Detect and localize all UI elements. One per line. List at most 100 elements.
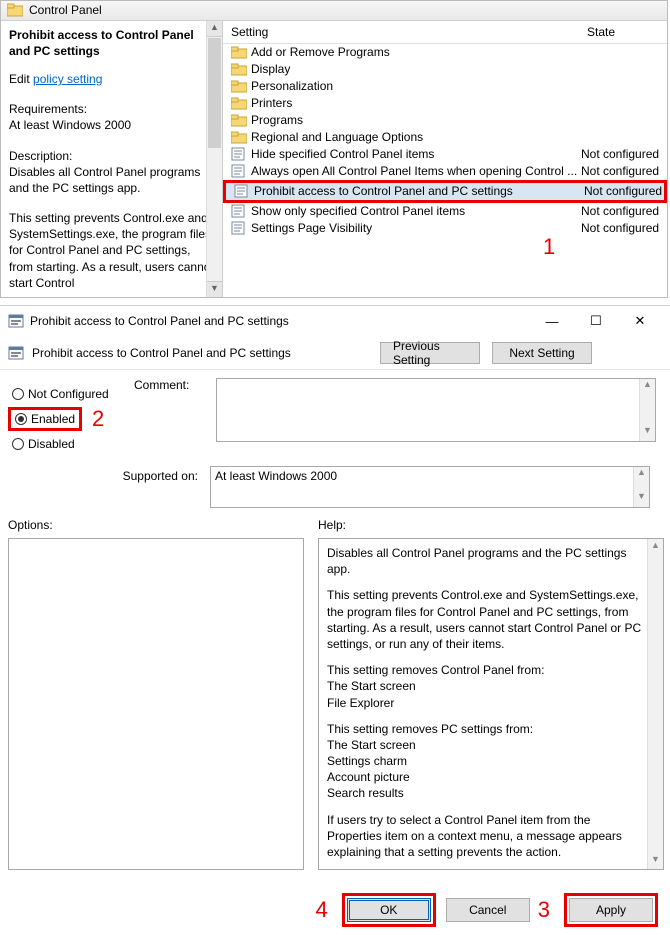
radio-label: Disabled [28,437,75,451]
list-item[interactable]: Personalization [223,78,667,95]
setting-icon [231,147,251,161]
comment-scrollbar[interactable]: ▲▼ [639,379,655,441]
maximize-button[interactable]: ☐ [574,307,618,335]
list-header: Setting State [223,21,667,44]
setting-icon [231,164,251,178]
cancel-button[interactable]: Cancel [446,898,530,922]
setting-icon [231,221,251,235]
description-pane: Prohibit access to Control Panel and PC … [1,21,223,297]
help-line: The Start screen [327,738,416,752]
panel-header: Control Panel [1,1,667,21]
list-item[interactable]: Settings Page VisibilityNot configured [223,220,667,237]
column-state[interactable]: State [579,21,667,43]
help-p: This setting removes PC settings from: [327,722,533,736]
description-scrollbar[interactable]: ▲ ▼ [206,21,222,297]
radio-icon [15,413,27,425]
folder-icon [231,114,251,127]
supported-on-textbox: At least Windows 2000 ▲▼ [210,466,650,508]
list-item-label: Personalization [251,79,581,93]
apply-button[interactable]: Apply [569,898,653,922]
list-item[interactable]: Hide specified Control Panel itemsNot co… [223,146,667,163]
help-p: If users try to select a Control Panel i… [327,812,643,861]
list-item-state: Not configured [584,184,664,198]
help-line: The Start screen [327,679,416,693]
requirements-label: Requirements: [9,101,214,117]
radio-not-configured[interactable]: Not Configured [8,382,116,406]
folder-icon [231,97,251,110]
list-item-label: Printers [251,96,581,110]
dialog-subheader: Prohibit access to Control Panel and PC … [0,336,670,370]
list-item-label: Display [251,62,581,76]
list-item[interactable]: Add or Remove Programs [223,44,667,61]
list-item-state: Not configured [581,204,667,218]
next-setting-button[interactable]: Next Setting [492,342,592,364]
column-setting[interactable]: Setting [223,21,579,43]
options-box [8,538,304,870]
list-item-state: Not configured [581,164,667,178]
previous-setting-button[interactable]: Previous Setting [380,342,480,364]
state-radiogroup: Not Configured Enabled 2 Disabled [8,378,116,456]
folder-icon [231,46,251,59]
edit-policy-link[interactable]: policy setting [33,72,102,86]
list-item-label: Settings Page Visibility [251,221,581,235]
list-item[interactable]: Prohibit access to Control Panel and PC … [223,180,667,203]
setting-icon [231,204,251,218]
radio-icon [12,388,24,400]
help-p: Disables all Control Panel programs and … [327,545,643,577]
edit-prefix: Edit [9,72,33,86]
settings-list: Setting State Add or Remove Programs Disp… [223,21,667,297]
list-item[interactable]: Show only specified Control Panel itemsN… [223,203,667,220]
folder-icon [231,63,251,76]
panel-header-title: Control Panel [29,3,102,17]
selected-policy-title: Prohibit access to Control Panel and PC … [9,28,194,58]
list-item[interactable]: Regional and Language Options [223,129,667,146]
ok-highlight: OK [342,893,436,927]
comment-textbox[interactable]: ▲▼ [216,378,656,442]
dialog-titlebar[interactable]: Prohibit access to Control Panel and PC … [0,306,670,336]
list-item[interactable]: Programs [223,112,667,129]
dialog-subtitle: Prohibit access to Control Panel and PC … [32,346,291,360]
supported-scrollbar[interactable]: ▲▼ [633,467,649,507]
scroll-thumb[interactable] [208,38,221,148]
annotation-4: 4 [312,897,332,923]
radio-label: Not Configured [28,387,109,401]
description-text-1: Disables all Control Panel programs and … [9,164,214,196]
help-scrollbar[interactable]: ▲▼ [647,539,663,869]
list-item-label: Regional and Language Options [251,130,581,144]
options-label: Options: [8,518,304,532]
requirements-value: At least Windows 2000 [9,117,214,133]
help-box: Disables all Control Panel programs and … [318,538,664,870]
annotation-1: 1 [543,234,555,260]
help-p: This setting prevents Control.exe and Sy… [327,587,643,652]
group-policy-list-panel: Control Panel Prohibit access to Control… [0,0,668,298]
list-item-label: Hide specified Control Panel items [251,147,581,161]
list-item-state: Not configured [581,147,667,161]
annotation-2: 2 [92,406,104,432]
folder-icon [7,3,23,17]
radio-icon [12,438,24,450]
scroll-down-icon[interactable]: ▼ [207,281,222,297]
list-item-label: Add or Remove Programs [251,45,581,59]
list-item-label: Programs [251,113,581,127]
ok-button[interactable]: OK [347,898,431,922]
close-button[interactable]: ✕ [618,307,662,335]
dialog-button-row: 4 OK Cancel 3 Apply [312,893,659,927]
help-label: Help: [318,518,664,532]
list-item[interactable]: Always open All Control Panel Items when… [223,163,667,180]
radio-enabled[interactable]: Enabled [8,407,82,431]
dialog-title: Prohibit access to Control Panel and PC … [30,314,289,328]
scroll-up-icon[interactable]: ▲ [207,21,222,37]
list-item[interactable]: Display [223,61,667,78]
minimize-button[interactable]: — [530,307,574,335]
folder-icon [231,131,251,144]
radio-disabled[interactable]: Disabled [8,432,116,456]
help-p: This setting removes Control Panel from: [327,663,544,677]
help-line: File Explorer [327,696,394,710]
list-item[interactable]: Printers [223,95,667,112]
help-line: Account picture [327,770,410,784]
dialog-icon [8,313,24,329]
list-item-label: Prohibit access to Control Panel and PC … [254,184,584,198]
apply-highlight: Apply [564,893,658,927]
list-item-state: Not configured [581,221,667,235]
radio-label: Enabled [31,412,75,426]
